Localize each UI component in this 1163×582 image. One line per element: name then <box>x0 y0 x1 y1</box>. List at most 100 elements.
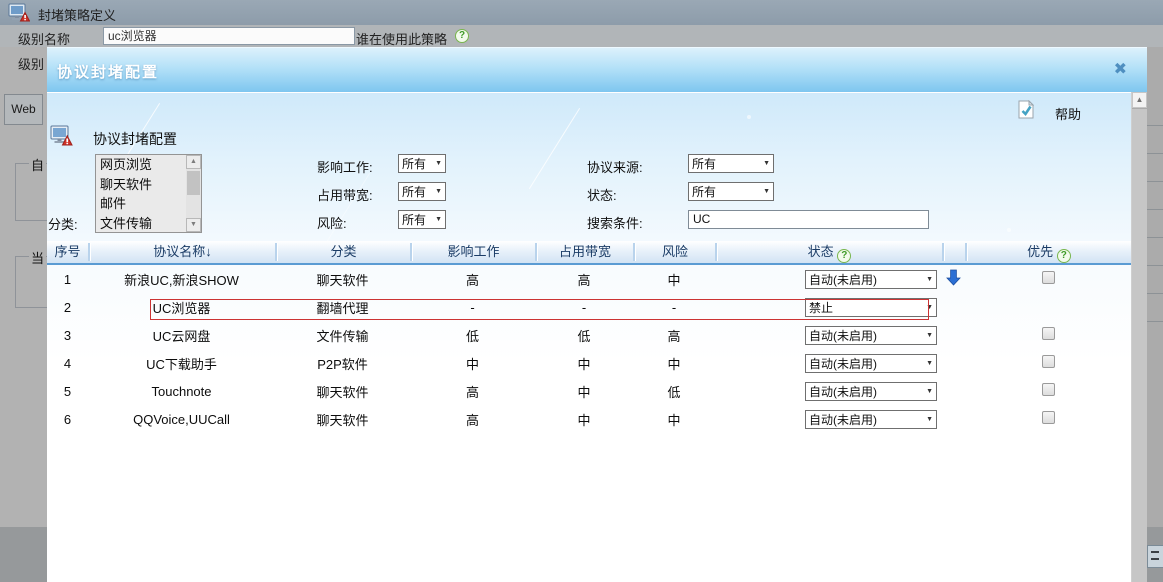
header-bandwidth[interactable]: 占用带宽 <box>535 243 633 261</box>
protocol-config-icon <box>50 125 73 149</box>
help-icon[interactable]: ? <box>1057 249 1071 263</box>
chevron-down-icon: ▼ <box>926 388 933 395</box>
who-uses-policy-label: 谁在使用此策略 <box>356 29 447 48</box>
table-header-row: 序号 协议名称↓ 分类 影响工作 占用带宽 风险 状态 ? 优先 ? <box>47 241 1131 265</box>
status-dropdown[interactable]: 自动(未启用) ▼ <box>805 326 937 345</box>
status-dropdown[interactable]: 禁止 ▼ <box>805 298 937 317</box>
status-dropdown[interactable]: 自动(未启用) ▼ <box>805 382 937 401</box>
row-bandwidth: 中 <box>535 410 633 429</box>
scrollbar-thumb[interactable] <box>187 171 200 195</box>
table-body: 1 新浪UC,新浪SHOW 聊天软件 高 高 中 自动(未启用) ▼ 2 UC浏… <box>47 265 1131 433</box>
row-bandwidth: 高 <box>535 270 633 289</box>
help-doc-icon[interactable] <box>1018 100 1034 122</box>
priority-checkbox[interactable] <box>1042 327 1055 340</box>
priority-checkbox[interactable] <box>1042 271 1055 284</box>
row-risk: 高 <box>633 326 715 345</box>
chevron-down-icon: ▼ <box>926 276 933 283</box>
chevron-down-icon: ▼ <box>763 188 770 195</box>
status-filter-dropdown[interactable]: 所有 ▼ <box>688 182 774 201</box>
header-spacer <box>942 243 965 261</box>
status-dropdown-value: 自动(未启用) <box>809 383 877 400</box>
row-index: 5 <box>47 384 88 399</box>
row-impact: - <box>410 300 535 315</box>
category-listbox[interactable]: 网页浏览聊天软件邮件文件传输 ▲ ▼ <box>95 154 202 233</box>
table-row: 5 Touchnote 聊天软件 高 中 低 自动(未启用) ▼ <box>47 377 1131 405</box>
table-row: 1 新浪UC,新浪SHOW 聊天软件 高 高 中 自动(未启用) ▼ <box>47 265 1131 293</box>
status-dropdown[interactable]: 自动(未启用) ▼ <box>805 270 937 289</box>
listbox-scrollbar[interactable]: ▲ ▼ <box>186 155 201 232</box>
group-box-auto-label: 自 <box>29 155 46 174</box>
blocking-policy-app-icon <box>8 3 30 25</box>
row-bandwidth: 中 <box>535 382 633 401</box>
row-category: 聊天软件 <box>275 382 410 401</box>
listbox-item[interactable]: 网页浏览 <box>96 155 186 175</box>
dialog-scrollbar[interactable]: ▲ <box>1131 92 1147 582</box>
help-icon[interactable]: ? <box>837 249 851 263</box>
risk-filter-value: 所有 <box>402 211 426 228</box>
header-protocol-name[interactable]: 协议名称↓ <box>88 243 275 261</box>
help-link[interactable]: 帮助 <box>1055 104 1081 123</box>
row-risk: 中 <box>633 270 715 289</box>
row-index: 1 <box>47 272 88 287</box>
source-filter-dropdown[interactable]: 所有 ▼ <box>688 154 774 173</box>
search-filter-label: 搜索条件: <box>587 213 643 232</box>
level-name-label: 级别名称 <box>18 29 70 48</box>
tab-web[interactable]: Web <box>4 94 43 125</box>
status-filter-value: 所有 <box>692 183 716 200</box>
status-dropdown-value: 自动(未启用) <box>809 411 877 428</box>
priority-checkbox[interactable] <box>1042 383 1055 396</box>
chevron-down-icon: ▼ <box>763 160 770 167</box>
scrollbar-thumb[interactable] <box>1132 108 1147 582</box>
listbox-item[interactable]: 聊天软件 <box>96 175 186 195</box>
dialog-header: 协议封堵配置 ✖ <box>47 47 1147 92</box>
help-icon[interactable]: ? <box>455 29 469 43</box>
header-risk[interactable]: 风险 <box>633 243 715 261</box>
row-protocol-name: QQVoice,UUCall <box>88 412 275 427</box>
row-category: P2P软件 <box>275 354 410 373</box>
header-index[interactable]: 序号 <box>47 243 88 261</box>
listbox-item[interactable]: 文件传输 <box>96 214 186 234</box>
row-category: 翻墙代理 <box>275 298 410 317</box>
close-icon[interactable]: ✖ <box>1114 59 1127 79</box>
row-risk: 中 <box>633 354 715 373</box>
row-impact: 高 <box>410 270 535 289</box>
risk-filter-dropdown[interactable]: 所有 ▼ <box>398 210 446 229</box>
row-bandwidth: - <box>535 300 633 315</box>
bandwidth-filter-dropdown[interactable]: 所有 ▼ <box>398 182 446 201</box>
row-index: 4 <box>47 356 88 371</box>
row-impact: 中 <box>410 354 535 373</box>
header-priority-label: 优先 <box>1027 244 1053 259</box>
dialog-body: 帮助 协议封堵配置 网页浏览聊天软件邮件文件传输 ▲ ▼ 分类: <box>47 92 1131 582</box>
row-impact: 低 <box>410 326 535 345</box>
scroll-up-icon[interactable]: ▲ <box>1132 92 1147 108</box>
row-index: 6 <box>47 412 88 427</box>
impact-filter-dropdown[interactable]: 所有 ▼ <box>398 154 446 173</box>
status-dropdown[interactable]: 自动(未启用) ▼ <box>805 354 937 373</box>
level-name-input[interactable]: uc浏览器 <box>103 27 355 45</box>
header-category[interactable]: 分类 <box>275 243 410 261</box>
row-category: 聊天软件 <box>275 410 410 429</box>
header-status[interactable]: 状态 ? <box>715 243 942 261</box>
row-bandwidth: 低 <box>535 326 633 345</box>
priority-checkbox[interactable] <box>1042 411 1055 424</box>
header-priority[interactable]: 优先 ? <box>965 243 1131 261</box>
search-input[interactable]: UC <box>688 210 929 229</box>
source-filter-value: 所有 <box>692 155 716 172</box>
status-dropdown[interactable]: 自动(未启用) ▼ <box>805 410 937 429</box>
table-row: 2 UC浏览器 翻墙代理 - - - 禁止 ▼ <box>47 293 1131 321</box>
header-impact[interactable]: 影响工作 <box>410 243 535 261</box>
row-impact: 高 <box>410 410 535 429</box>
status-dropdown-value: 自动(未启用) <box>809 327 877 344</box>
scroll-up-icon[interactable]: ▲ <box>186 155 201 169</box>
row-protocol-name: UC浏览器 <box>88 298 275 317</box>
listbox-item[interactable]: 邮件 <box>96 194 186 214</box>
dialog-subheader-title: 协议封堵配置 <box>93 129 177 149</box>
scroll-down-icon[interactable]: ▼ <box>186 218 201 232</box>
chevron-down-icon: ▼ <box>926 360 933 367</box>
priority-checkbox[interactable] <box>1042 355 1055 368</box>
protocol-blocking-dialog: 协议封堵配置 ✖ 帮助 <box>47 47 1147 582</box>
row-risk: - <box>633 300 715 315</box>
move-down-arrow-icon[interactable] <box>945 269 962 286</box>
category-label: 分类: <box>48 214 78 233</box>
header-status-label: 状态 <box>808 244 834 259</box>
